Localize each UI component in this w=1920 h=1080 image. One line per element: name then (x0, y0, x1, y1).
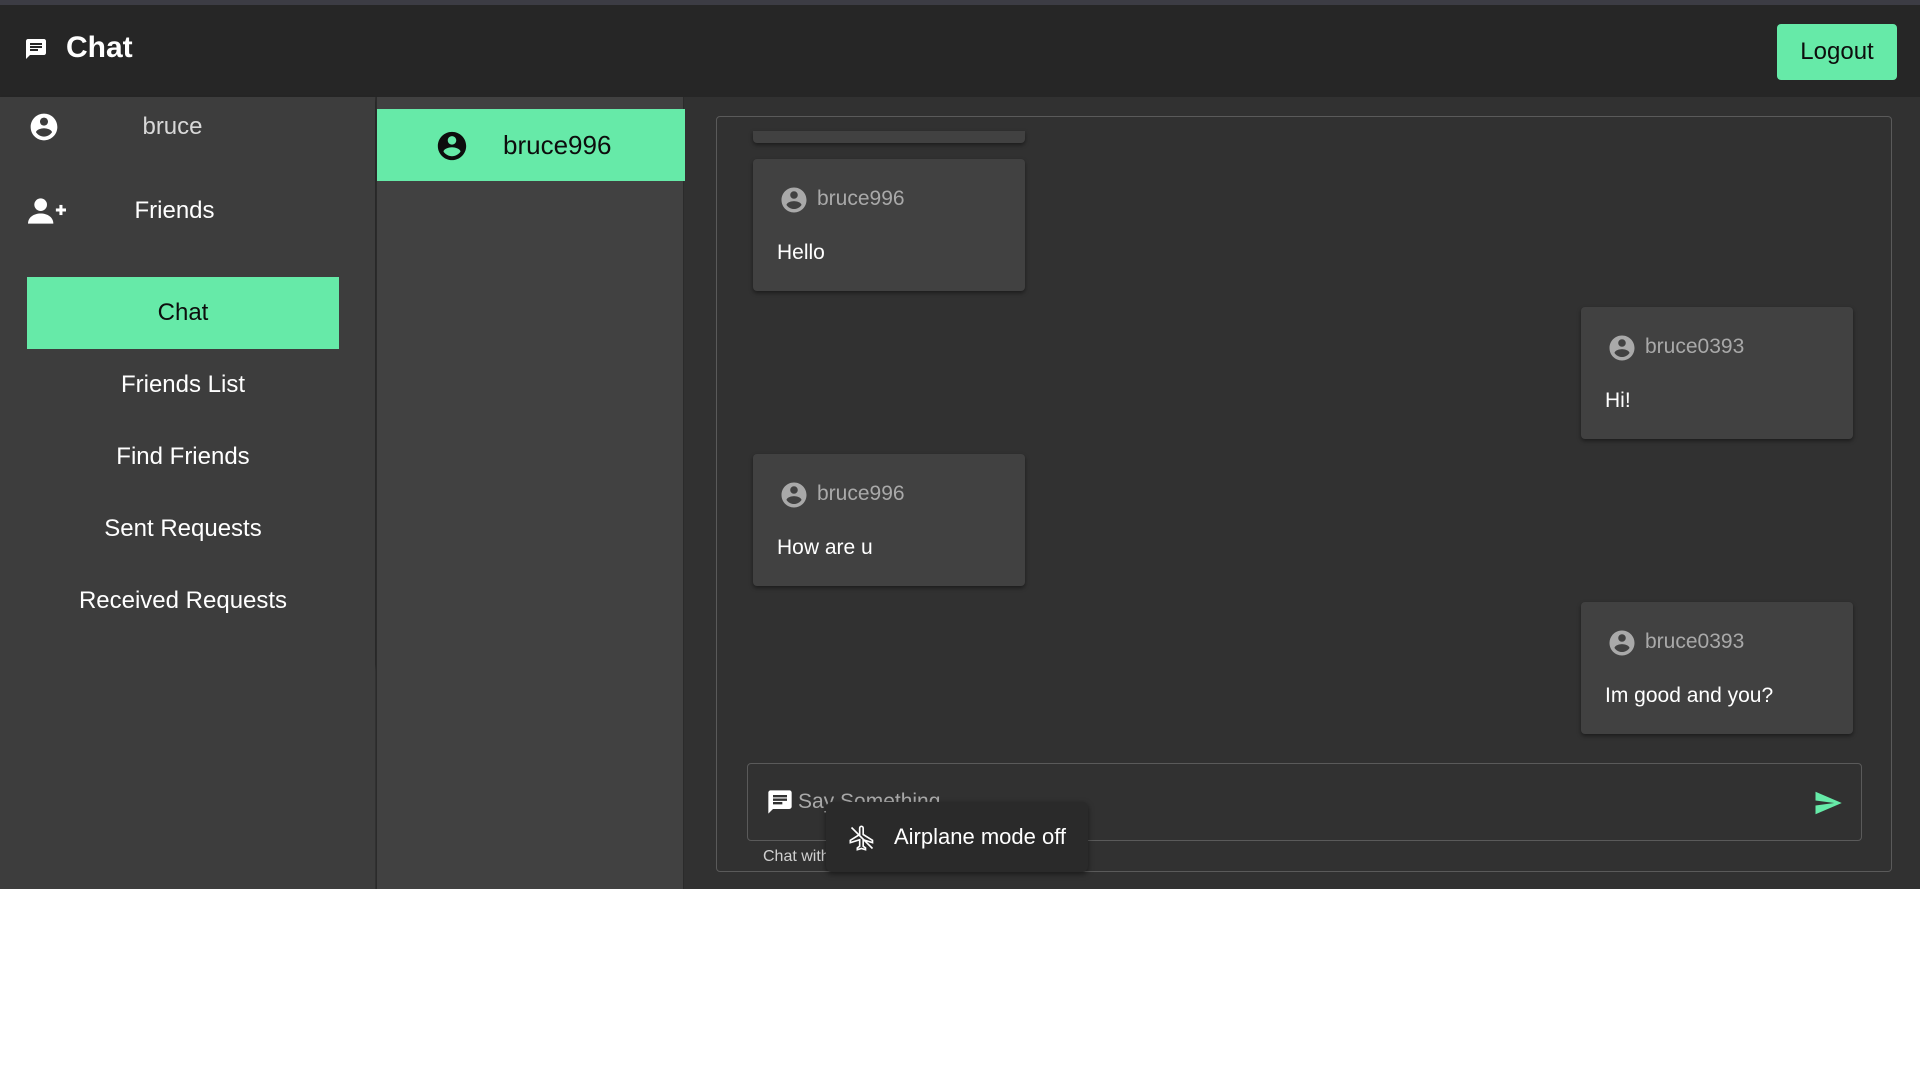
message-text: Hi! (1605, 389, 1631, 412)
chat-panel: bruce996 Hello bruce0393 Hi! bruce996 Ho… (716, 116, 1892, 872)
nav-item-chat[interactable]: Chat (27, 277, 339, 349)
avatar-icon (1609, 630, 1635, 656)
message-card: bruce996 Hello (753, 159, 1025, 291)
sidebar-nav: bruce Friends Chat Friends List Find Fri… (0, 97, 375, 664)
message-card: bruce0393 Hi! (1581, 307, 1853, 439)
current-user[interactable]: bruce (0, 97, 375, 157)
conversation-list: bruce996 (376, 97, 685, 889)
chat-logo-icon (26, 39, 46, 59)
nav-item-friends-list[interactable]: Friends List (27, 349, 339, 421)
nav-item-find-friends[interactable]: Find Friends (27, 421, 339, 493)
message-text: Im good and you? (1605, 684, 1774, 707)
chat-icon (768, 790, 792, 814)
app-header: Chat Logout (0, 5, 1920, 97)
message-author: bruce0393 (1645, 630, 1745, 653)
nav-item-sent-requests[interactable]: Sent Requests (27, 493, 339, 565)
system-toast: Airplane mode off (826, 802, 1088, 872)
nav-item-received-requests[interactable]: Received Requests (27, 565, 339, 637)
message-card: bruce0393 Im good and you? (1581, 602, 1853, 734)
avatar-icon (781, 187, 807, 213)
send-icon[interactable] (1811, 788, 1845, 818)
composer-helper-text: Chat with (763, 848, 830, 865)
logout-button[interactable]: Logout (1777, 24, 1897, 80)
message-author: bruce996 (817, 187, 905, 210)
username-label: bruce (142, 113, 203, 140)
conversation-item[interactable]: bruce996 (377, 109, 685, 181)
app-window: Chat Logout bruce Friends Chat Friends L… (0, 0, 1920, 889)
message-text: How are u (777, 536, 873, 559)
avatar-icon (1609, 335, 1635, 361)
message-text: Hello (777, 241, 825, 264)
message-author: bruce0393 (1645, 335, 1745, 358)
friends-header[interactable]: Friends (0, 181, 375, 241)
conversation-name: bruce996 (503, 129, 612, 160)
toast-text: Airplane mode off (894, 824, 1067, 849)
avatar-icon (781, 482, 807, 508)
message-author: bruce996 (817, 482, 905, 505)
sidebar-empty-area (0, 664, 375, 889)
friends-label: Friends (134, 197, 215, 224)
airplane-icon (849, 825, 874, 851)
message-card: bruce996 How are u (753, 454, 1025, 586)
app-title: Chat (66, 31, 133, 64)
message-card-partial (753, 131, 1025, 143)
account-circle-icon (437, 131, 467, 161)
